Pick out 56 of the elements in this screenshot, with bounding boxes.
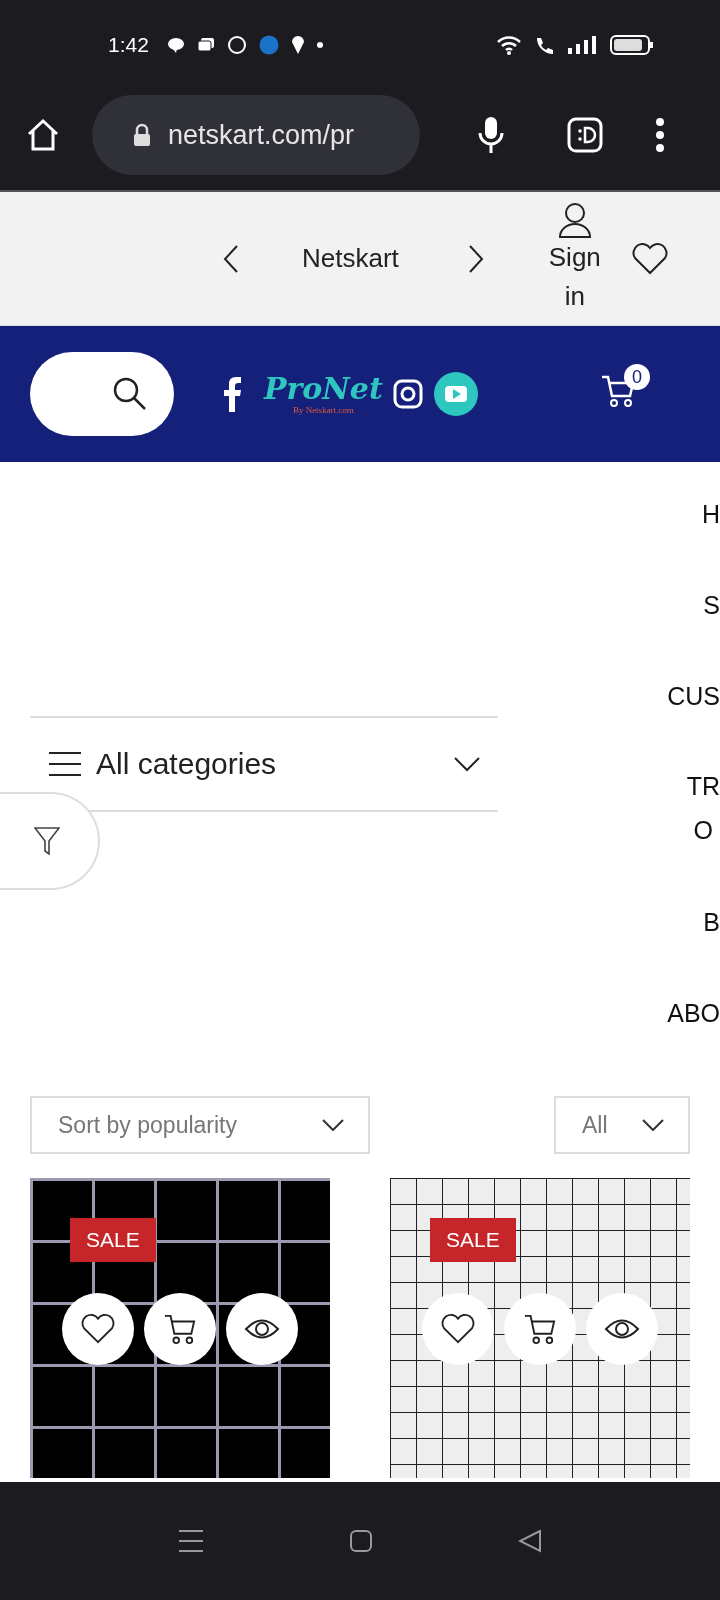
cart-count-badge: 0 — [624, 364, 650, 390]
microphone-icon[interactable] — [476, 115, 506, 155]
net-photo-placeholder[interactable]: SALE — [30, 1178, 330, 1478]
search-icon[interactable] — [112, 376, 148, 412]
cart-icon — [523, 1313, 557, 1345]
instagram-icon[interactable] — [392, 379, 423, 409]
wifi-icon — [496, 35, 522, 55]
eye-icon — [604, 1318, 640, 1340]
facebook-icon[interactable] — [222, 376, 242, 412]
logo-tagline: By Netskart.com — [292, 405, 354, 415]
nav-menu-item[interactable]: S — [703, 582, 720, 674]
user-icon[interactable] — [557, 201, 592, 238]
call-icon — [534, 35, 556, 55]
chat-circle-icon — [226, 35, 247, 55]
logo-text: ProNet — [264, 373, 383, 405]
sale-badge: SALE — [70, 1218, 156, 1262]
chevron-down-icon — [642, 1119, 664, 1131]
nav-menu-item[interactable]: ABO — [667, 991, 720, 1082]
back-icon[interactable] — [518, 1529, 542, 1553]
battery-icon — [610, 34, 654, 56]
home-square-icon[interactable] — [349, 1529, 373, 1553]
nav-menu-item[interactable]: TR O — [686, 764, 720, 901]
filter-icon — [34, 827, 60, 855]
sale-badge: SALE — [430, 1218, 516, 1262]
heart-icon — [80, 1313, 116, 1345]
more-options-icon[interactable] — [654, 117, 666, 153]
menu-icon — [48, 751, 82, 777]
chevron-left-icon[interactable] — [222, 243, 240, 274]
dot-icon — [316, 42, 323, 48]
chat-bubble-icon — [166, 37, 185, 53]
status-time: 1:42 — [108, 33, 149, 57]
nav-menu-item[interactable]: CUS — [667, 673, 720, 765]
messages-icon — [196, 37, 215, 53]
lock-icon — [132, 123, 152, 147]
sort-select[interactable]: Sort by popularity — [30, 1096, 370, 1154]
address-bar[interactable]: netskart.com/pr — [92, 95, 420, 175]
url-text: netskart.com/pr — [168, 119, 355, 151]
cart-icon — [163, 1313, 197, 1345]
site-title: Netskart — [302, 243, 399, 274]
eye-icon — [244, 1318, 280, 1340]
heart-icon — [440, 1313, 476, 1345]
chevron-down-icon — [322, 1119, 344, 1131]
nav-menu-item[interactable]: B — [703, 900, 720, 992]
location-pin-icon — [290, 35, 305, 55]
youtube-icon[interactable] — [432, 371, 479, 417]
per-page-select[interactable]: All — [554, 1096, 690, 1154]
signal-icon — [568, 35, 598, 55]
net-photo-placeholder[interactable]: SALE — [390, 1178, 690, 1478]
nav-menu-item[interactable]: H — [701, 492, 720, 583]
chevron-down-icon — [454, 756, 480, 772]
tab-switcher-icon[interactable] — [566, 116, 604, 154]
sign-in-link[interactable]: Sign in — [544, 237, 605, 316]
menu-icon[interactable] — [178, 1529, 204, 1553]
chevron-right-icon[interactable] — [466, 243, 485, 274]
heart-icon[interactable] — [630, 241, 669, 276]
app-badge-icon — [258, 35, 279, 55]
